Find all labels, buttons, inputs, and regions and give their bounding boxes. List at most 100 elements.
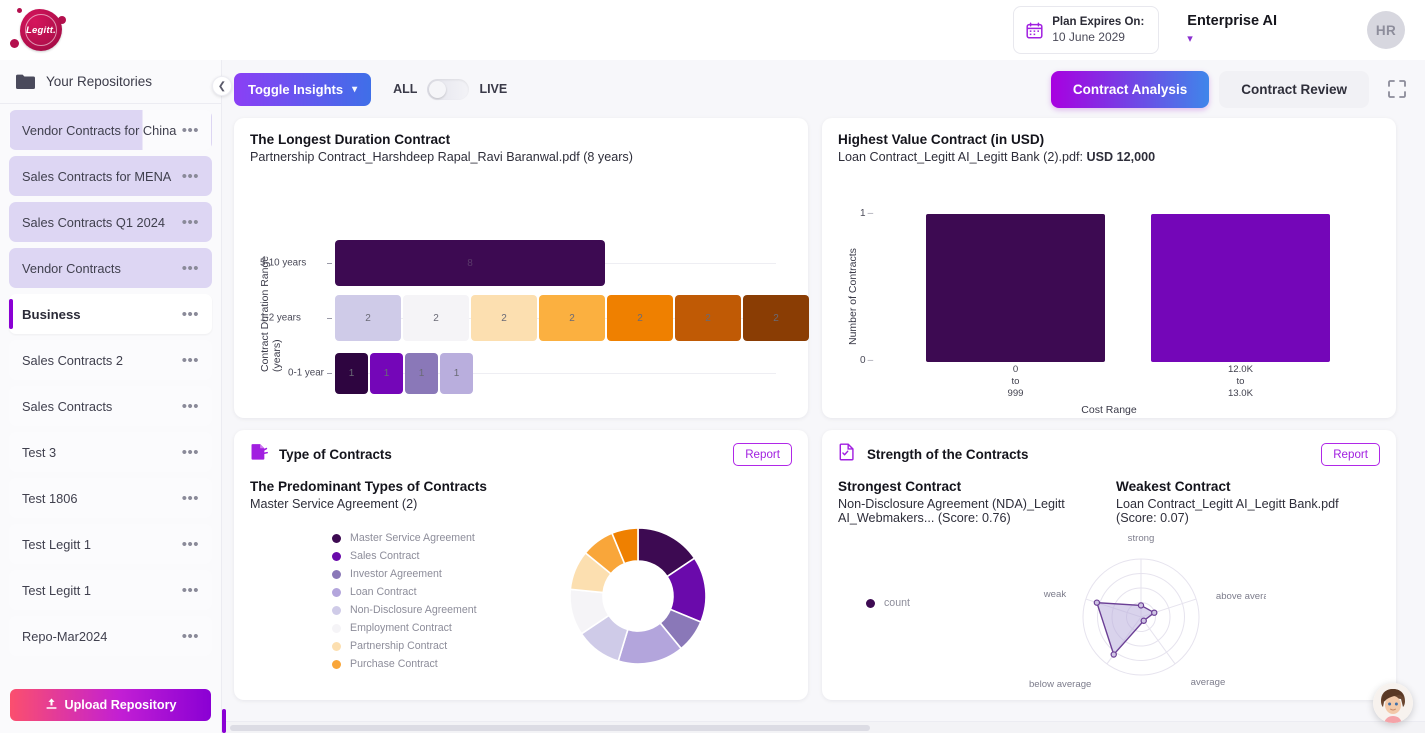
bar-row: 1-2 years2222222 — [278, 295, 776, 341]
card-header: Type of Contracts Report — [250, 442, 792, 466]
horizontal-scrollbar[interactable] — [222, 721, 1425, 733]
all-live-toggle[interactable] — [427, 79, 469, 100]
tab-contract-review[interactable]: Contract Review — [1219, 71, 1369, 108]
sidebar-title: Your Repositories — [46, 74, 152, 89]
radar-data-point[interactable] — [1141, 618, 1146, 623]
bar-segment[interactable]: 8 — [335, 240, 605, 286]
report-button[interactable]: Report — [1321, 443, 1380, 466]
legend-item[interactable]: Non-Disclosure Agreement — [332, 601, 477, 619]
bar-segment[interactable]: 1 — [405, 353, 438, 394]
chevron-down-icon: ▾ — [352, 84, 357, 95]
sidebar-item-vendor-contracts[interactable]: Vendor Contracts••• — [9, 248, 212, 288]
bar-segment[interactable]: 2 — [743, 295, 809, 341]
logo-blob-icon — [17, 8, 22, 13]
repository-menu-icon[interactable]: ••• — [182, 445, 199, 460]
repository-menu-icon[interactable]: ••• — [182, 583, 199, 598]
card-highest-value: Highest Value Contract (in USD) Loan Con… — [822, 118, 1396, 418]
sidebar-item-sales-contracts-for-mena[interactable]: Sales Contracts for MENA••• — [9, 156, 212, 196]
repository-menu-icon[interactable]: ••• — [182, 169, 199, 184]
sidebar-item-test-1806[interactable]: Test 1806••• — [9, 478, 212, 518]
repository-menu-icon[interactable]: ••• — [182, 353, 199, 368]
upload-repository-button[interactable]: Upload Repository — [10, 689, 211, 721]
radar-series-area[interactable] — [1097, 603, 1154, 655]
sidebar-item-label: Test Legitt 1 — [22, 583, 91, 598]
brand-logo[interactable]: Legitt. — [0, 0, 222, 60]
bar-segment[interactable]: 2 — [675, 295, 741, 341]
sidebar-item-test-3[interactable]: Test 3••• — [9, 432, 212, 472]
sidebar-item-sales-contracts-q1-2024[interactable]: Sales Contracts Q1 2024••• — [9, 202, 212, 242]
strongest-contract-value: Non-Disclosure Agreement (NDA)_Legitt AI… — [838, 497, 1102, 525]
bar-segment[interactable]: 2 — [471, 295, 537, 341]
legend-color-swatch — [332, 552, 341, 561]
sidebar-item-vendor-contracts-for-china[interactable]: Vendor Contracts for China••• — [9, 110, 212, 150]
legend-item[interactable]: Investor Agreement — [332, 565, 477, 583]
plan-tier-name: Enterprise AI — [1187, 14, 1277, 30]
duration-bar-chart: Contract Duration Range (years) 5-10 yea… — [250, 170, 792, 405]
bar-segment[interactable]: 2 — [539, 295, 605, 341]
toggle-insights-label: Toggle Insights — [248, 82, 343, 97]
radar-data-point[interactable] — [1138, 603, 1143, 608]
report-button[interactable]: Report — [733, 443, 792, 466]
sidebar-item-test-legitt-1[interactable]: Test Legitt 1 ••• — [9, 570, 212, 610]
card-title: The Predominant Types of Contracts — [250, 479, 792, 494]
repository-list: Vendor Contracts for China••• Sales Contr… — [0, 104, 221, 681]
folder-icon — [16, 74, 35, 89]
repository-menu-icon[interactable]: ••• — [182, 537, 199, 552]
repository-menu-icon[interactable]: ••• — [182, 123, 199, 138]
bar-segment[interactable]: 2 — [403, 295, 469, 341]
bar-segment[interactable]: 2 — [335, 295, 401, 341]
repository-menu-icon[interactable]: ••• — [182, 307, 199, 322]
plan-expiry-card[interactable]: Plan Expires On: 10 June 2029 — [1013, 6, 1159, 53]
sidebar-item-sales-contracts-2[interactable]: Sales Contracts 2••• — [9, 340, 212, 380]
chart-y-axis-label: Contract Duration Range (years) — [264, 222, 278, 372]
avatar[interactable]: HR — [1367, 11, 1405, 49]
radar-data-point[interactable] — [1152, 610, 1157, 615]
bar-segment[interactable]: 1 — [370, 353, 403, 394]
bar-segment[interactable]: 1 — [335, 353, 368, 394]
wax-seal-icon: Legitt. — [20, 9, 62, 51]
bar-segment[interactable]: 2 — [607, 295, 673, 341]
bar-segments: 2222222 — [335, 295, 809, 341]
bar[interactable] — [926, 214, 1105, 362]
radar-data-point[interactable] — [1094, 600, 1099, 605]
legend-item[interactable]: Loan Contract — [332, 583, 477, 601]
sidebar-item-sales-contracts[interactable]: Sales Contracts••• — [9, 386, 212, 426]
sidebar-item-repo-mar2024[interactable]: Repo-Mar2024 ••• — [9, 616, 212, 656]
card-subtitle: Loan Contract_Legitt AI_Legitt Bank (2).… — [838, 150, 1380, 164]
assistant-avatar[interactable] — [1373, 683, 1413, 723]
toggle-insights-button[interactable]: Toggle Insights ▾ — [234, 73, 371, 106]
scroll-left-indicator — [222, 709, 226, 733]
bar-segment[interactable]: 1 — [440, 353, 473, 394]
tab-contract-analysis[interactable]: Contract Analysis — [1051, 71, 1209, 108]
legend-item[interactable]: Employment Contract — [332, 619, 477, 637]
bar-row: 5-10 years8 — [278, 240, 776, 286]
plan-tier-selector[interactable]: Enterprise AI ▾ — [1187, 14, 1277, 45]
main-content: Toggle Insights ▾ ALL LIVE Contract Anal… — [222, 60, 1425, 733]
sidebar-item-test-legitt-1[interactable]: Test Legitt 1••• — [9, 524, 212, 564]
bar[interactable] — [1151, 214, 1330, 362]
legend-item[interactable]: Partnership Contract — [332, 637, 477, 655]
repository-menu-icon[interactable]: ••• — [182, 491, 199, 506]
legend-item[interactable]: Sales Contract — [332, 547, 477, 565]
bar-row: 0-1 year1111 — [278, 350, 776, 396]
top-bar-right: Plan Expires On: 10 June 2029 Enterprise… — [1013, 0, 1425, 60]
sidebar-item-business[interactable]: Business••• — [9, 294, 212, 334]
legend-item[interactable]: Master Service Agreement — [332, 529, 477, 547]
repository-menu-icon[interactable]: ••• — [182, 399, 199, 414]
y-tick-label: 1-2 years — [260, 313, 301, 324]
sidebar-item-label: Repo-Mar2024 — [22, 629, 107, 644]
repository-menu-icon[interactable]: ••• — [182, 629, 199, 644]
axis-tick-mark — [327, 263, 332, 264]
repository-menu-icon[interactable]: ••• — [182, 261, 199, 276]
repository-menu-icon[interactable]: ••• — [182, 215, 199, 230]
radar-data-point[interactable] — [1111, 652, 1116, 657]
sidebar-collapse-button[interactable]: ❮ — [212, 76, 232, 96]
dashboard-grid: The Longest Duration Contract Partnershi… — [222, 118, 1425, 700]
legend-label: Sales Contract — [350, 550, 419, 562]
card-longest-duration: The Longest Duration Contract Partnershi… — [234, 118, 808, 418]
scrollbar-thumb[interactable] — [230, 725, 870, 731]
card-subtitle-text: Loan Contract_Legitt AI_Legitt Bank (2).… — [838, 150, 1087, 164]
contract-types-donut-chart: Master Service Agreement Sales Contract In… — [250, 521, 792, 697]
legend-item[interactable]: Purchase Contract — [332, 655, 477, 673]
expand-fullscreen-icon[interactable] — [1385, 77, 1409, 101]
